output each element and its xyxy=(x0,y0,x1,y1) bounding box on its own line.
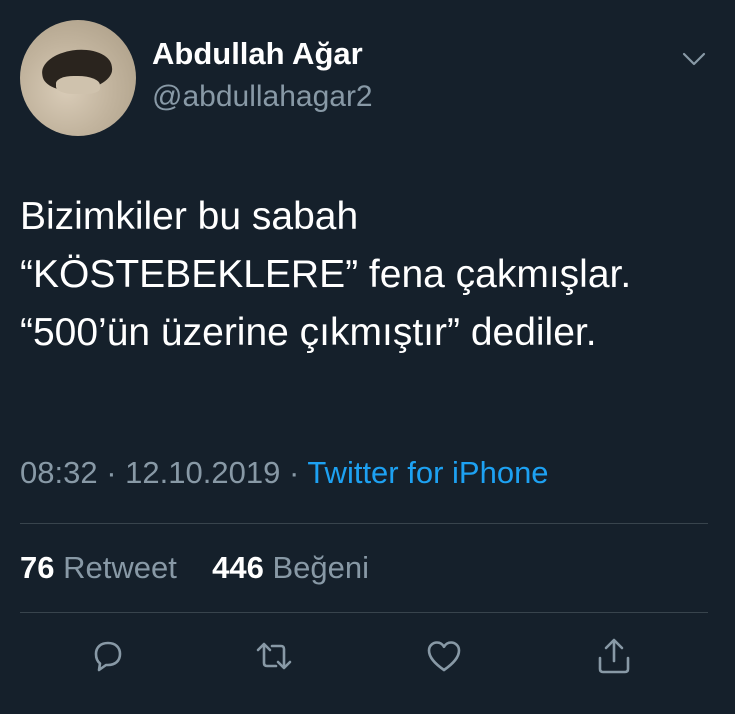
likes-label: Beğeni xyxy=(272,550,369,585)
tweet-source-link[interactable]: Twitter for iPhone xyxy=(307,455,548,490)
tweet-time[interactable]: 08:32 xyxy=(20,455,98,490)
tweet-meta: 08:32 · 12.10.2019 · Twitter for iPhone xyxy=(20,455,549,491)
user-display-name[interactable]: Abdullah Ağar xyxy=(152,36,363,72)
tweet-text-line: “KÖSTEBEKLERE” fena çakmışlar. xyxy=(20,253,632,296)
chevron-down-icon[interactable] xyxy=(681,50,707,68)
retweet-icon[interactable] xyxy=(254,636,294,676)
tweet-text: Bizimkiler bu sabah “KÖSTEBEKLERE” fena … xyxy=(20,188,720,362)
retweets-stat[interactable]: 76 Retweet xyxy=(20,550,185,585)
share-icon[interactable] xyxy=(594,636,634,676)
tweet-text-line: Bizimkiler bu sabah xyxy=(20,195,359,238)
tweet-date[interactable]: 12.10.2019 xyxy=(125,455,280,490)
tweet-stats: 76 Retweet 446 Beğeni xyxy=(20,550,369,586)
likes-count: 446 xyxy=(212,550,264,585)
heart-icon[interactable] xyxy=(424,636,464,676)
retweets-label: Retweet xyxy=(63,550,177,585)
retweets-count: 76 xyxy=(20,550,55,585)
meta-separator: · xyxy=(288,455,300,490)
avatar[interactable] xyxy=(20,20,136,136)
divider xyxy=(20,612,708,613)
tweet-card: Abdullah Ağar @abdullahagar2 Bizimkiler … xyxy=(0,0,735,714)
avatar-image-rock xyxy=(56,76,100,94)
divider xyxy=(20,523,708,524)
likes-stat[interactable]: 446 Beğeni xyxy=(212,550,369,585)
tweet-text-line: “500’ün üzerine çıkmıştır” dediler. xyxy=(20,311,597,354)
reply-icon[interactable] xyxy=(88,636,128,676)
meta-separator: · xyxy=(106,455,117,490)
user-handle[interactable]: @abdullahagar2 xyxy=(152,80,373,114)
